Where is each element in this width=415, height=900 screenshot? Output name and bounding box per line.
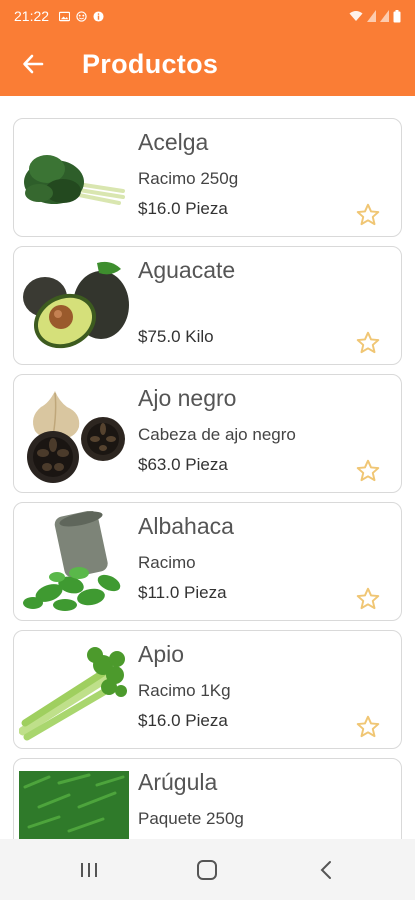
star-outline-icon[interactable] [355,586,381,612]
product-description: Paquete 250g [138,809,244,828]
star-outline-icon[interactable] [355,330,381,356]
recent-apps-icon [81,862,98,877]
avocado-image [23,261,129,349]
product-name: Arúgula [138,769,218,795]
product-list[interactable]: Acelga Racimo 250g $16.0 Pieza Aguacate … [0,96,415,839]
toolbar: Productos [0,32,415,96]
signal-icon [367,10,376,22]
star-outline-icon[interactable] [355,714,381,740]
product-card[interactable]: Apio Racimo 1Kg $16.0 Pieza [13,630,402,749]
chard-image [24,155,125,205]
product-price: $63.0 Pieza [138,455,228,474]
star-outline-icon[interactable] [355,458,381,484]
product-name: Acelga [138,129,209,155]
status-bar: 21:22 [0,0,415,32]
product-name: Ajo negro [138,385,237,411]
app-bar: 21:22 Productos [0,0,415,96]
product-card[interactable]: Aguacate $75.0 Kilo [13,246,402,365]
product-card[interactable]: Acelga Racimo 250g $16.0 Pieza [13,118,402,237]
battery-icon [393,9,401,22]
star-outline-icon[interactable] [355,202,381,228]
gamepad-icon [76,10,87,22]
info-circle-icon [93,10,104,22]
product-price: $11.0 Pieza [138,583,227,602]
product-name: Albahaca [138,513,234,539]
wifi-icon [349,11,363,21]
product-description: Racimo 250g [138,169,239,188]
arrow-left-icon [23,54,44,74]
product-name: Aguacate [138,257,236,283]
system-back-button[interactable] [291,845,361,895]
product-card[interactable]: Ajo negro Cabeza de ajo negro $63.0 Piez… [13,374,402,493]
recent-apps-button[interactable] [54,845,124,895]
home-icon [197,859,218,880]
signal-icon [380,10,389,22]
celery-image [19,647,127,741]
product-price: $75.0 Kilo [138,327,214,346]
navigation-bar [0,839,415,900]
page-title: Productos [82,48,219,79]
product-card[interactable]: Arúgula Paquete 250g [13,758,402,839]
product-card[interactable]: Albahaca Racimo $11.0 Pieza [13,502,402,621]
product-description: Cabeza de ajo negro [138,425,296,444]
status-time: 21:22 [14,8,50,24]
home-button[interactable] [172,845,242,895]
black-garlic-image [27,391,125,483]
back-icon [320,860,331,879]
product-name: Apio [138,641,185,667]
product-description: Racimo [138,553,196,572]
back-button[interactable] [0,32,66,96]
image-icon [59,11,71,21]
arugula-image [19,771,129,839]
product-description: Racimo 1Kg [138,681,231,700]
product-price: $16.0 Pieza [138,199,228,218]
basil-image [23,511,121,611]
product-price: $16.0 Pieza [138,711,228,730]
